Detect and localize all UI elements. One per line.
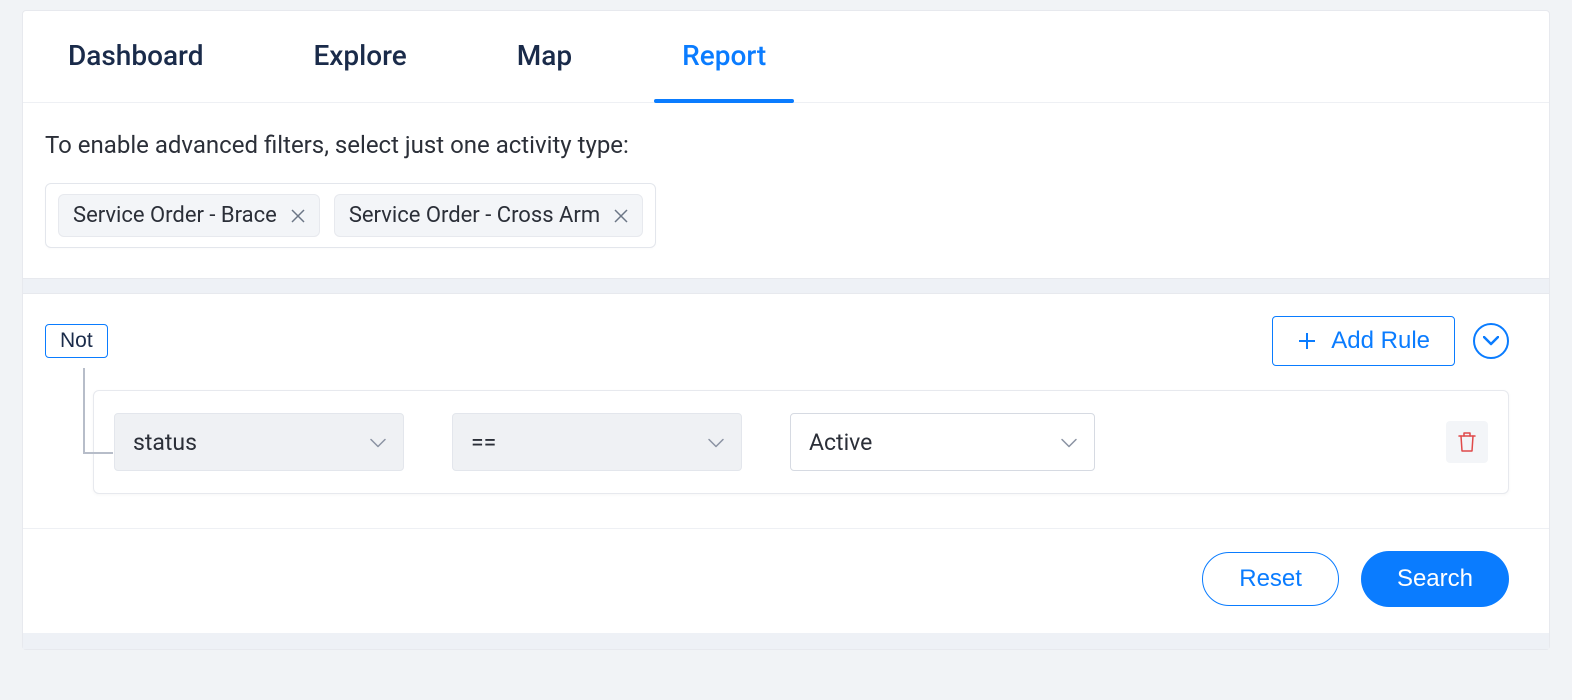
tab-map[interactable]: Map (517, 11, 572, 102)
delete-rule-button[interactable] (1446, 421, 1488, 463)
chevron-down-icon (707, 429, 725, 456)
reset-button[interactable]: Reset (1202, 552, 1339, 606)
tab-report[interactable]: Report (682, 11, 766, 102)
chip-label: Service Order - Brace (73, 203, 277, 228)
tabs: Dashboard Explore Map Report (23, 11, 1549, 103)
chip-label: Service Order - Cross Arm (349, 203, 600, 228)
bottom-divider (23, 633, 1549, 649)
close-icon[interactable] (614, 209, 628, 223)
chip-service-order-brace: Service Order - Brace (58, 194, 320, 237)
activity-type-input[interactable]: Service Order - Brace Service Order - Cr… (45, 183, 656, 248)
rule-builder: Not Add Rule status (23, 294, 1549, 528)
add-rule-button[interactable]: Add Rule (1272, 316, 1455, 366)
hint-text: To enable advanced filters, select just … (45, 131, 1527, 159)
section-divider (23, 278, 1549, 294)
rule-value-select[interactable]: Active (790, 413, 1095, 471)
rule-field-select[interactable]: status (114, 413, 404, 471)
tab-explore[interactable]: Explore (313, 11, 406, 102)
chevron-down-icon (369, 429, 387, 456)
close-icon[interactable] (291, 209, 305, 223)
rule-row: status == Active (93, 390, 1509, 494)
expand-button[interactable] (1473, 323, 1509, 359)
search-button[interactable]: Search (1361, 551, 1509, 607)
chip-service-order-cross-arm: Service Order - Cross Arm (334, 194, 643, 237)
rule-field-value: status (133, 429, 197, 456)
not-toggle[interactable]: Not (45, 324, 108, 358)
tree-connector (83, 452, 113, 454)
activity-type-section: To enable advanced filters, select just … (23, 103, 1549, 278)
plus-icon (1297, 331, 1317, 351)
tab-dashboard[interactable]: Dashboard (68, 11, 203, 102)
rule-operator-select[interactable]: == (452, 413, 742, 471)
trash-icon (1457, 431, 1477, 453)
rule-value-text: Active (809, 429, 872, 456)
footer-actions: Reset Search (23, 528, 1549, 633)
chevron-down-icon (1060, 429, 1078, 456)
tree-connector (83, 368, 85, 452)
rule-operator-value: == (471, 429, 496, 456)
add-rule-label: Add Rule (1331, 327, 1430, 355)
chevron-down-icon (1483, 336, 1499, 346)
